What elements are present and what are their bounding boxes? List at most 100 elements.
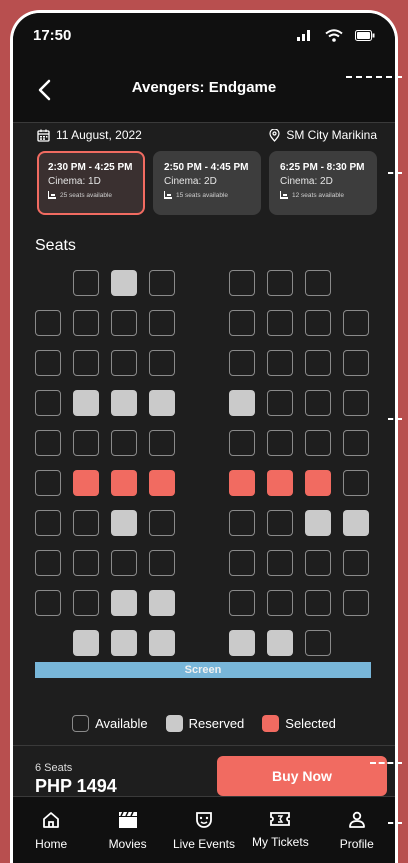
annotation-line (388, 172, 402, 174)
legend-selected-label: Selected (285, 716, 336, 731)
seat-available[interactable] (73, 270, 99, 296)
seat-available[interactable] (35, 510, 61, 536)
seat-available[interactable] (73, 350, 99, 376)
seat-reserved (149, 630, 175, 656)
seat-available[interactable] (229, 270, 255, 296)
seat-available[interactable] (111, 310, 137, 336)
seat-available[interactable] (267, 590, 293, 616)
seat-available[interactable] (229, 590, 255, 616)
seat-available[interactable] (305, 590, 331, 616)
seat-available[interactable] (267, 350, 293, 376)
tab-movies[interactable]: Movies (90, 797, 166, 863)
showtime-seats-text: 15 seats available (176, 191, 229, 199)
showtime-cinema: Cinema: 2D (280, 176, 333, 187)
location-info[interactable]: SM City Marikina (269, 128, 377, 142)
showtime-card[interactable]: 2:50 PM - 4:45 PM Cinema: 2D 15 seats av… (153, 151, 261, 215)
seat-available[interactable] (149, 270, 175, 296)
seat-available[interactable] (305, 550, 331, 576)
seat-available[interactable] (73, 550, 99, 576)
seat-available[interactable] (343, 470, 369, 496)
seat-available[interactable] (35, 350, 61, 376)
screen-indicator: Screen (35, 662, 371, 678)
seat-available[interactable] (229, 350, 255, 376)
seat-available[interactable] (229, 550, 255, 576)
seat-available[interactable] (149, 430, 175, 456)
seat-available[interactable] (343, 350, 369, 376)
seat-selected[interactable] (267, 470, 293, 496)
movie-title: Avengers: Endgame (131, 79, 277, 96)
legend-available: Available (72, 715, 148, 732)
seat-available[interactable] (305, 390, 331, 416)
seat-selected[interactable] (149, 470, 175, 496)
seat-available[interactable] (73, 310, 99, 336)
status-time: 17:50 (33, 26, 72, 44)
seat-available[interactable] (343, 310, 369, 336)
annotation-line (388, 822, 402, 824)
seat-available[interactable] (343, 550, 369, 576)
seat-available[interactable] (343, 430, 369, 456)
seat-available[interactable] (229, 310, 255, 336)
seat-available[interactable] (35, 550, 61, 576)
showtime-list: 2:30 PM - 4:25 PM Cinema: 1D 25 seats av… (37, 151, 377, 215)
seat-available[interactable] (267, 270, 293, 296)
seat-available[interactable] (267, 310, 293, 336)
seat-reserved (305, 510, 331, 536)
seat-available[interactable] (267, 430, 293, 456)
seat-available[interactable] (229, 430, 255, 456)
seat-reserved (149, 590, 175, 616)
seat-available[interactable] (35, 590, 61, 616)
seat-available[interactable] (35, 430, 61, 456)
showtime-card[interactable]: 2:30 PM - 4:25 PM Cinema: 1D 25 seats av… (37, 151, 145, 215)
seat-selected[interactable] (111, 470, 137, 496)
seat-available[interactable] (73, 430, 99, 456)
seat-available[interactable] (267, 390, 293, 416)
showtime-availability: 25 seats available (48, 191, 134, 199)
seat-available[interactable] (305, 270, 331, 296)
mask-icon (196, 812, 212, 828)
seat-selected[interactable] (73, 470, 99, 496)
home-icon (43, 812, 60, 828)
seat-available[interactable] (149, 510, 175, 536)
seat-selected[interactable] (305, 470, 331, 496)
showtime-seats-text: 12 seats available (292, 191, 345, 199)
legend-reserved-swatch (165, 715, 183, 732)
seat-available[interactable] (305, 630, 331, 656)
seat-available[interactable] (111, 430, 137, 456)
seat-available[interactable] (35, 470, 61, 496)
seat-available[interactable] (305, 430, 331, 456)
bottom-tab-bar: Home Movies Live Events My Tickets Profi… (13, 796, 395, 863)
seat-reserved (229, 630, 255, 656)
seat-legend: Available Reserved Selected (13, 715, 395, 732)
annotation-line (388, 418, 402, 420)
seat-available[interactable] (343, 590, 369, 616)
legend-reserved: Reserved (165, 715, 244, 732)
wifi-icon (325, 28, 343, 42)
seat-available[interactable] (73, 590, 99, 616)
seat-map (35, 258, 381, 668)
seat-available[interactable] (267, 550, 293, 576)
seat-available[interactable] (305, 310, 331, 336)
seat-available[interactable] (149, 550, 175, 576)
seat-selected[interactable] (229, 470, 255, 496)
seat-reserved (73, 390, 99, 416)
tab-my-tickets[interactable]: My Tickets (242, 797, 318, 863)
showtime-time: 2:50 PM - 4:45 PM (164, 162, 249, 173)
seat-available[interactable] (343, 390, 369, 416)
clapperboard-icon (118, 811, 137, 828)
tab-home[interactable]: Home (13, 797, 89, 863)
seat-available[interactable] (305, 350, 331, 376)
seat-available[interactable] (149, 310, 175, 336)
seat-available[interactable] (149, 350, 175, 376)
tab-live-events[interactable]: Live Events (166, 797, 242, 863)
buy-now-button[interactable]: Buy Now (217, 756, 387, 796)
seat-available[interactable] (111, 350, 137, 376)
seat-available[interactable] (35, 310, 61, 336)
seat-available[interactable] (267, 510, 293, 536)
seat-available[interactable] (35, 390, 61, 416)
annotation-line (370, 762, 402, 764)
tab-profile[interactable]: Profile (319, 797, 395, 863)
seat-available[interactable] (111, 550, 137, 576)
showtime-card[interactable]: 6:25 PM - 8:30 PM Cinema: 2D 12 seats av… (269, 151, 377, 215)
seat-available[interactable] (229, 510, 255, 536)
seat-available[interactable] (73, 510, 99, 536)
